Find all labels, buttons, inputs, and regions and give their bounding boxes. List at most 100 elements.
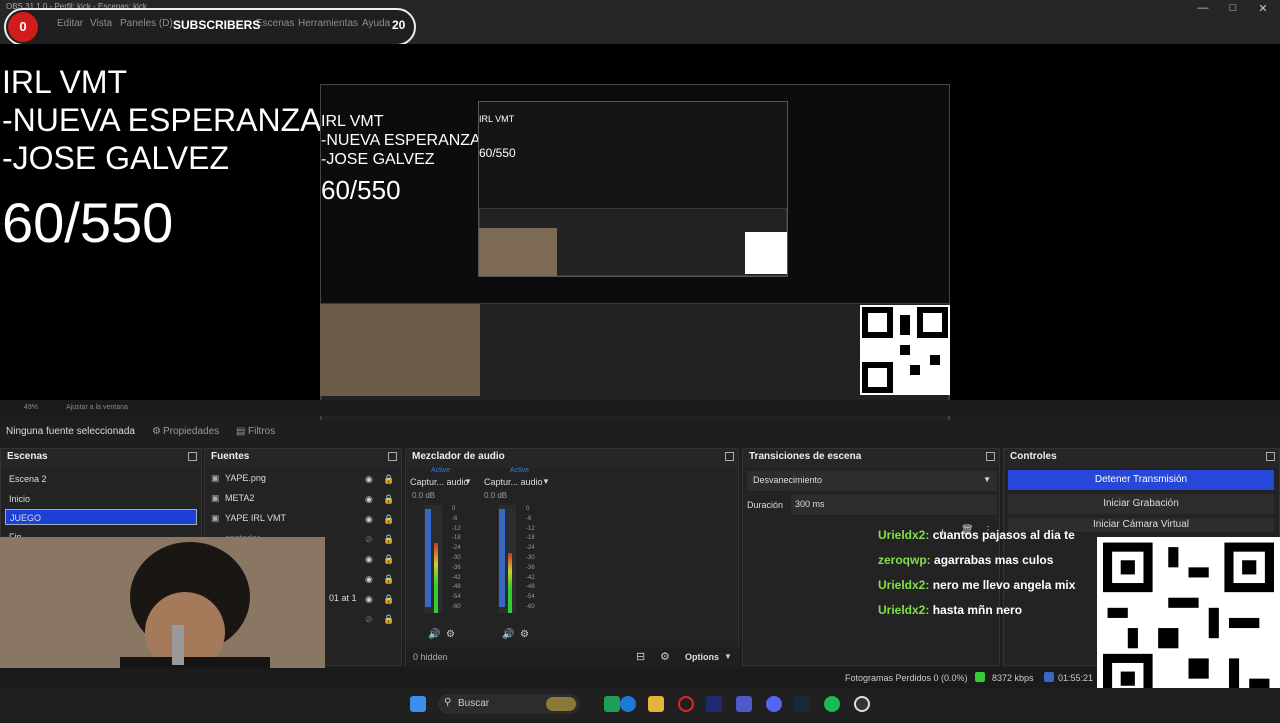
db-tick: -24 — [452, 545, 461, 552]
dock-undock-icon[interactable] — [388, 452, 397, 461]
dock-undock-icon[interactable] — [1266, 452, 1275, 461]
db-tick: -18 — [452, 535, 461, 542]
properties-button[interactable]: Propiedades — [163, 426, 219, 437]
lock-icon[interactable]: 🔒 — [383, 534, 394, 545]
eye-icon[interactable]: ◉ — [365, 594, 373, 605]
lock-icon[interactable]: 🔒 — [383, 514, 394, 525]
settings-icon[interactable]: ⚙ — [660, 650, 670, 663]
eye-hidden-icon[interactable]: ⊘ — [365, 534, 373, 545]
dock-undock-icon[interactable] — [725, 452, 734, 461]
eye-icon[interactable]: ◉ — [365, 554, 373, 565]
eye-icon[interactable]: ◉ — [365, 474, 373, 485]
channel-db: 0.0 dB — [484, 491, 508, 500]
preview-line3: -JOSE GALVEZ — [2, 140, 230, 176]
chevron-down-icon[interactable]: ▼ — [542, 477, 550, 486]
nested-counter: 60/550 — [321, 175, 401, 205]
edge-icon[interactable] — [620, 696, 636, 712]
source-label: YAPE.png — [225, 473, 266, 483]
lock-icon[interactable]: 🔒 — [383, 554, 394, 565]
chevron-down-icon: ▼ — [983, 475, 991, 484]
start-record-button[interactable]: Iniciar Grabación — [1008, 494, 1274, 514]
zoom-value[interactable]: 49% — [24, 404, 38, 411]
start-icon[interactable] — [410, 696, 426, 712]
chat-message: Urieldx2: cuantos pajasos al dia te — [878, 528, 1075, 542]
db-tick: -12 — [526, 525, 535, 532]
chevron-down-icon[interactable]: ▼ — [724, 652, 732, 661]
source-item[interactable]: ▣ META2 ◉ 🔒 — [211, 493, 394, 509]
nested-preview-2: IRL VMT 60/550 — [478, 101, 788, 277]
volume-meter[interactable] — [498, 505, 516, 613]
discord-icon[interactable] — [766, 696, 782, 712]
preview-canvas[interactable]: IRL VMT -NUEVA ESPERANZA -JOSE GALVEZ 60… — [0, 44, 1280, 440]
chevron-down-icon[interactable]: ▼ — [464, 477, 472, 486]
lock-icon[interactable]: 🔒 — [383, 614, 394, 625]
taskbar — [0, 688, 1280, 720]
obs-icon[interactable] — [854, 696, 870, 712]
filters-button[interactable]: Filtros — [248, 426, 275, 437]
db-tick: -60 — [526, 603, 535, 610]
stop-stream-button[interactable]: Detener Transmisión — [1008, 470, 1274, 490]
dock-undock-icon[interactable] — [986, 452, 995, 461]
speaker-icon[interactable]: 🔊 — [428, 629, 440, 640]
source-item[interactable]: ▣ YAPE IRL VMT ◉ 🔒 — [211, 513, 394, 529]
duration-input[interactable]: 300 ms — [791, 495, 997, 515]
teams-icon[interactable] — [736, 696, 752, 712]
dock-undock-icon[interactable] — [188, 452, 197, 461]
folder-icon[interactable] — [648, 696, 664, 712]
maximize-icon[interactable]: □ — [1226, 2, 1240, 14]
chat-message: zeroqwp: agarrabas mas culos — [878, 553, 1053, 567]
preview-line1: IRL VMT — [2, 64, 128, 100]
db-scale: 0 -6 -12 -18 -24 -30 -36 -42 -48 -54 -60 — [452, 505, 468, 613]
nested2-qr-icon — [745, 232, 787, 274]
steam-icon[interactable] — [794, 696, 810, 712]
spotify-icon[interactable] — [824, 696, 840, 712]
speaker-icon[interactable]: 🔊 — [502, 629, 514, 640]
scene-item[interactable]: Inicio — [5, 491, 197, 507]
channel-name[interactable]: Captur... audio — [410, 477, 469, 487]
minimize-icon[interactable]: — — [1196, 2, 1210, 14]
layout-icon[interactable]: ⊟ — [636, 650, 645, 663]
opera-icon[interactable] — [678, 696, 694, 712]
zoom-fit[interactable]: Ajustar a la ventana — [66, 404, 128, 411]
preview-line2: -NUEVA ESPERANZA — [2, 102, 322, 138]
subscribers-label: SUBSCRIBERS — [173, 18, 261, 32]
after-effects-icon[interactable] — [706, 696, 722, 712]
eye-icon[interactable]: ◉ — [365, 494, 373, 505]
subscribers-count: 20 — [392, 18, 406, 32]
lock-icon[interactable]: 🔒 — [383, 594, 394, 605]
gear-icon[interactable]: ⚙ — [520, 629, 529, 640]
close-icon[interactable]: ✕ — [1256, 2, 1270, 15]
transition-select[interactable]: Desvanecimiento ▼ — [747, 471, 997, 491]
sources-title: Fuentes — [205, 449, 401, 467]
meter-level — [508, 553, 512, 613]
source-toolbar: Ninguna fuente seleccionada ⚙ Propiedade… — [0, 420, 1280, 442]
volume-slider[interactable] — [425, 509, 431, 607]
stream-health-icon — [975, 672, 985, 682]
db-tick: -48 — [526, 584, 535, 591]
chat-user: Urieldx2: — [878, 603, 930, 617]
gear-icon[interactable]: ⚙ — [446, 629, 455, 640]
scene-item-selected[interactable]: JUEGO — [5, 509, 197, 525]
db-tick: -48 — [452, 584, 461, 591]
stream-time: 01:55:21 — [1058, 673, 1094, 683]
source-item[interactable]: ▣ YAPE.png ◉ 🔒 — [211, 473, 394, 489]
eye-icon[interactable]: ◉ — [365, 514, 373, 525]
options-button[interactable]: Options — [685, 652, 719, 662]
taskbar-search[interactable]: ⚲ Buscar — [438, 694, 580, 714]
volume-meter[interactable] — [424, 505, 442, 613]
eye-hidden-icon[interactable]: ⊘ — [365, 614, 373, 625]
eye-icon[interactable]: ◉ — [365, 574, 373, 585]
chat-text: agarrabas mas culos — [934, 553, 1054, 567]
lock-icon[interactable]: 🔒 — [383, 574, 394, 585]
db-tick: -30 — [452, 554, 461, 561]
lock-icon[interactable]: 🔒 — [383, 494, 394, 505]
nested-line2: -NUEVA ESPERANZA — [321, 132, 481, 149]
channel-name[interactable]: Captur... audio — [484, 477, 543, 487]
volume-slider[interactable] — [499, 509, 505, 607]
source-label: YAPE IRL VMT — [225, 513, 287, 523]
scene-item[interactable]: Escena 2 — [5, 471, 197, 487]
whatsapp-icon[interactable] — [604, 696, 620, 712]
lock-icon[interactable]: 🔒 — [383, 474, 394, 485]
channel-db: 0.0 dB — [412, 491, 436, 500]
db-tick: -36 — [452, 564, 461, 571]
